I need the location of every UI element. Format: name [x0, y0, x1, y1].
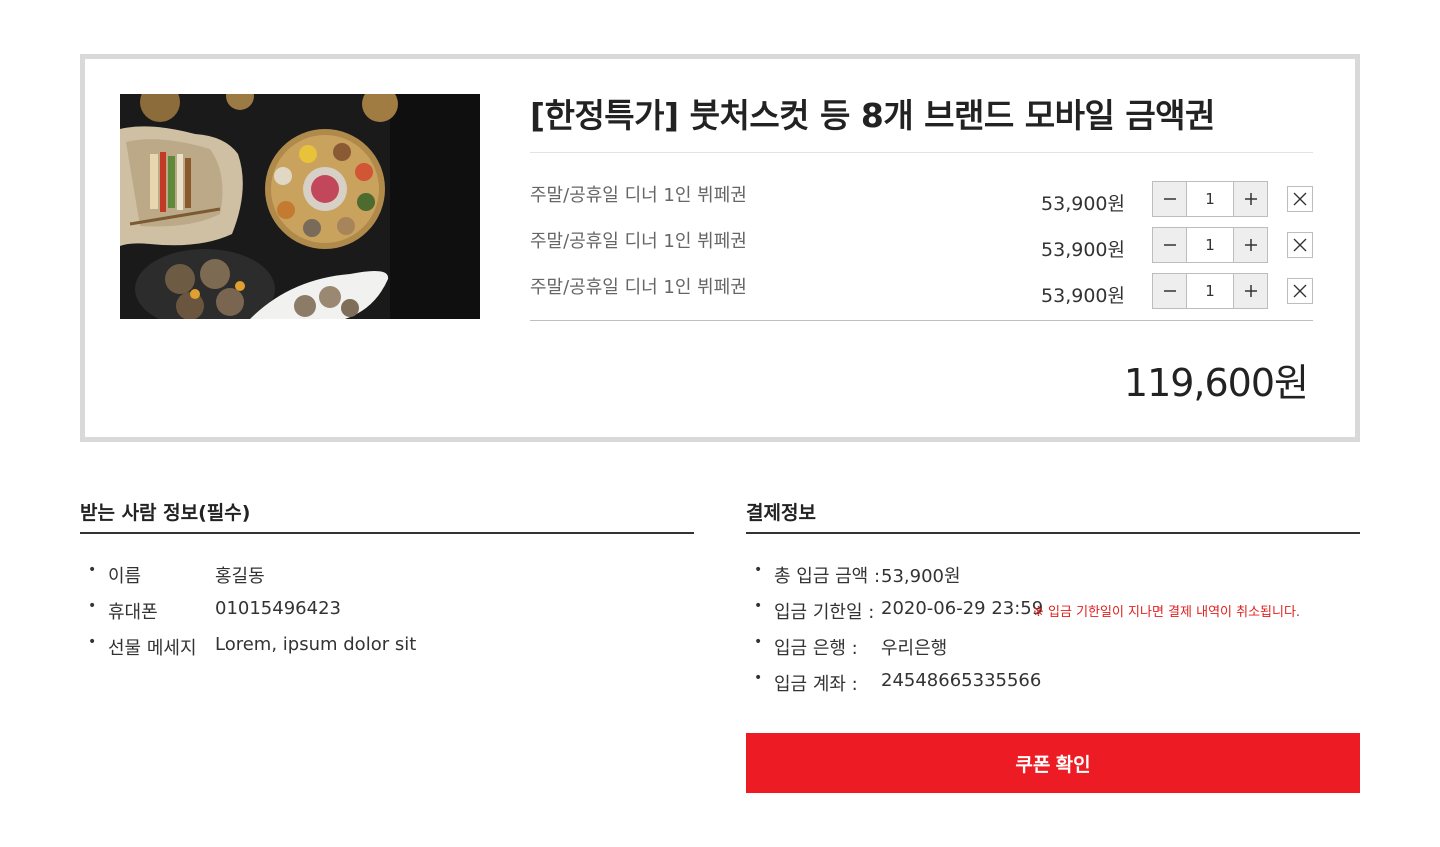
info-label: 입금 은행 : — [774, 638, 858, 659]
plus-icon — [1244, 285, 1257, 297]
decrease-button[interactable] — [1153, 274, 1187, 308]
info-value: 24548665335566 — [881, 670, 1042, 691]
quantity-input[interactable] — [1187, 228, 1233, 262]
info-value: 우리은행 — [881, 638, 948, 659]
product-image — [120, 94, 480, 319]
increase-button[interactable] — [1233, 274, 1267, 308]
info-value: 01015496423 — [215, 598, 341, 619]
info-row-deadline: • 입금 기한일 : 2020-06-29 23:59 ※ 입금 기한일이 지나… — [746, 598, 1360, 623]
quantity-input[interactable] — [1187, 182, 1233, 216]
quantity-input[interactable] — [1187, 274, 1233, 308]
info-value: 2020-06-29 23:59 — [881, 598, 1044, 619]
info-value: 53,900원 — [881, 566, 961, 587]
info-label: 총 입금 금액 : — [774, 566, 881, 587]
decrease-button[interactable] — [1153, 182, 1187, 216]
total-price: 119,600원 — [1123, 361, 1309, 405]
payment-info-section: 결제정보 • 총 입금 금액 : 53,900원 • 입금 기한일 : 2020… — [746, 498, 1360, 695]
bullet: • — [88, 598, 97, 614]
bullet: • — [754, 562, 763, 578]
option-price: 53,900원 — [1041, 193, 1125, 215]
recipient-info-section: 받는 사람 정보(필수) • 이름 홍길동 • 휴대폰 01015496423 … — [80, 498, 694, 659]
remove-option-button[interactable] — [1287, 278, 1313, 304]
increase-button[interactable] — [1233, 182, 1267, 216]
coupon-confirm-button[interactable]: 쿠폰 확인 — [746, 733, 1360, 793]
option-price: 53,900원 — [1041, 239, 1125, 261]
option-name: 주말/공휴일 디너 1인 뷔페권 — [530, 231, 747, 252]
decrease-button[interactable] — [1153, 228, 1187, 262]
info-label: 선물 메세지 — [108, 638, 197, 659]
quantity-stepper — [1152, 227, 1268, 263]
info-label: 입금 기한일 : — [774, 602, 875, 623]
product-title: [한정특가] 붓처스컷 등 8개 브랜드 모바일 금액권 — [530, 96, 1215, 135]
title-divider — [530, 152, 1313, 153]
remove-option-button[interactable] — [1287, 232, 1313, 258]
bullet: • — [88, 562, 97, 578]
bullet: • — [88, 634, 97, 650]
close-icon — [1293, 284, 1307, 298]
option-row: 주말/공휴일 디너 1인 뷔페권 53,900원 — [530, 181, 1313, 217]
option-price: 53,900원 — [1041, 285, 1125, 307]
payment-info-title: 결제정보 — [746, 498, 1360, 534]
options-divider — [530, 320, 1313, 321]
minus-icon — [1163, 244, 1176, 246]
quantity-stepper — [1152, 273, 1268, 309]
info-value: 홍길동 — [215, 566, 265, 587]
info-label: 입금 계좌 : — [774, 674, 858, 695]
increase-button[interactable] — [1233, 228, 1267, 262]
info-label: 휴대폰 — [108, 602, 158, 623]
option-row: 주말/공휴일 디너 1인 뷔페권 53,900원 — [530, 227, 1313, 263]
quantity-stepper — [1152, 181, 1268, 217]
deadline-notice: ※ 입금 기한일이 지나면 결제 내역이 취소됩니다. — [1033, 605, 1301, 620]
minus-icon — [1163, 198, 1176, 200]
option-name: 주말/공휴일 디너 1인 뷔페권 — [530, 277, 747, 298]
option-name: 주말/공휴일 디너 1인 뷔페권 — [530, 185, 747, 206]
option-row: 주말/공휴일 디너 1인 뷔페권 53,900원 — [530, 273, 1313, 309]
close-icon — [1293, 192, 1307, 206]
plus-icon — [1244, 193, 1257, 205]
product-summary-box: [한정특가] 붓처스컷 등 8개 브랜드 모바일 금액권 주말/공휴일 디너 1… — [80, 54, 1360, 442]
minus-icon — [1163, 290, 1176, 292]
recipient-info-title: 받는 사람 정보(필수) — [80, 498, 694, 534]
food-photo-illustration — [120, 94, 480, 319]
bullet: • — [754, 670, 763, 686]
plus-icon — [1244, 239, 1257, 251]
bullet: • — [754, 598, 763, 614]
close-icon — [1293, 238, 1307, 252]
remove-option-button[interactable] — [1287, 186, 1313, 212]
info-label: 이름 — [108, 566, 142, 587]
info-value: Lorem, ipsum dolor sit — [215, 634, 417, 655]
bullet: • — [754, 634, 763, 650]
